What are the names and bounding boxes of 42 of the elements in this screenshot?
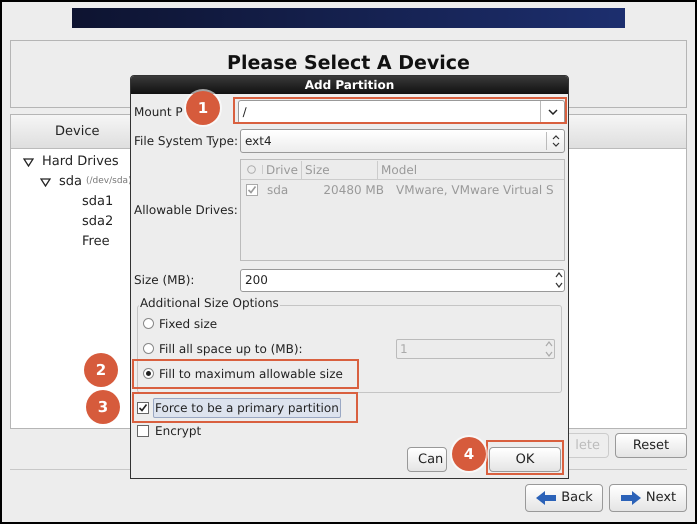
tree-item[interactable]: sda1: [82, 192, 114, 212]
dropdown-chevron-icon: [548, 108, 558, 114]
size-spin-field[interactable]: 200: [240, 268, 565, 292]
field-label: Allowable Drives:: [134, 202, 239, 219]
table-cell-text: sda: [266, 182, 290, 199]
radio-label[interactable]: Fill all space up to (MB):: [159, 340, 303, 358]
checkbox[interactable]: [137, 402, 149, 414]
field-label: File System Type:: [134, 133, 240, 150]
expanded-triangle-icon[interactable]: [23, 158, 34, 166]
checkbox-label[interactable]: Encrypt: [153, 420, 204, 440]
checkbox-label[interactable]: Force to be a primary partition: [153, 398, 341, 418]
radio-button[interactable]: [143, 318, 154, 329]
checkbox[interactable]: [137, 424, 149, 436]
table-cell-text: 20480 MB: [322, 182, 385, 199]
file-system-select[interactable]: ext4: [240, 129, 565, 153]
checkbox[interactable]: [246, 184, 258, 196]
table-cell-text: VMware, VMware Virtual S: [395, 182, 554, 199]
radio-button[interactable]: [143, 343, 154, 354]
nav-button[interactable]: Next: [609, 484, 687, 512]
mount-point-combo[interactable]: /: [238, 100, 565, 124]
page-title: Please Select A Device: [227, 54, 470, 73]
radio-label[interactable]: Fill to maximum allowable size: [159, 364, 343, 382]
field-label: Size (MB):: [134, 272, 196, 289]
group-title: Additional Size Options: [139, 297, 280, 309]
right-arrow-icon: [620, 490, 642, 506]
device-path: (/dev/sda): [86, 175, 132, 188]
dialog-button[interactable]: OK: [489, 447, 561, 472]
tree-item[interactable]: sda: [59, 172, 82, 192]
tree-item[interactable]: sda2: [82, 212, 114, 232]
expanded-triangle-icon[interactable]: [40, 178, 51, 186]
panel-button[interactable]: Reset: [615, 433, 687, 458]
tree-item[interactable]: Hard Drives: [42, 152, 119, 172]
tree-item[interactable]: Free: [82, 232, 110, 252]
dialog-title: Add Partition: [131, 76, 568, 94]
radio-button[interactable]: [143, 368, 154, 379]
radio-column-icon: [247, 165, 256, 174]
radio-label[interactable]: Fixed size: [159, 314, 218, 332]
nav-button[interactable]: Back: [525, 484, 603, 512]
field-label: Mount P: [134, 104, 183, 120]
left-arrow-icon: [535, 490, 558, 506]
up-down-chevron-icon: [552, 135, 560, 147]
dialog-button[interactable]: Can: [407, 447, 447, 472]
